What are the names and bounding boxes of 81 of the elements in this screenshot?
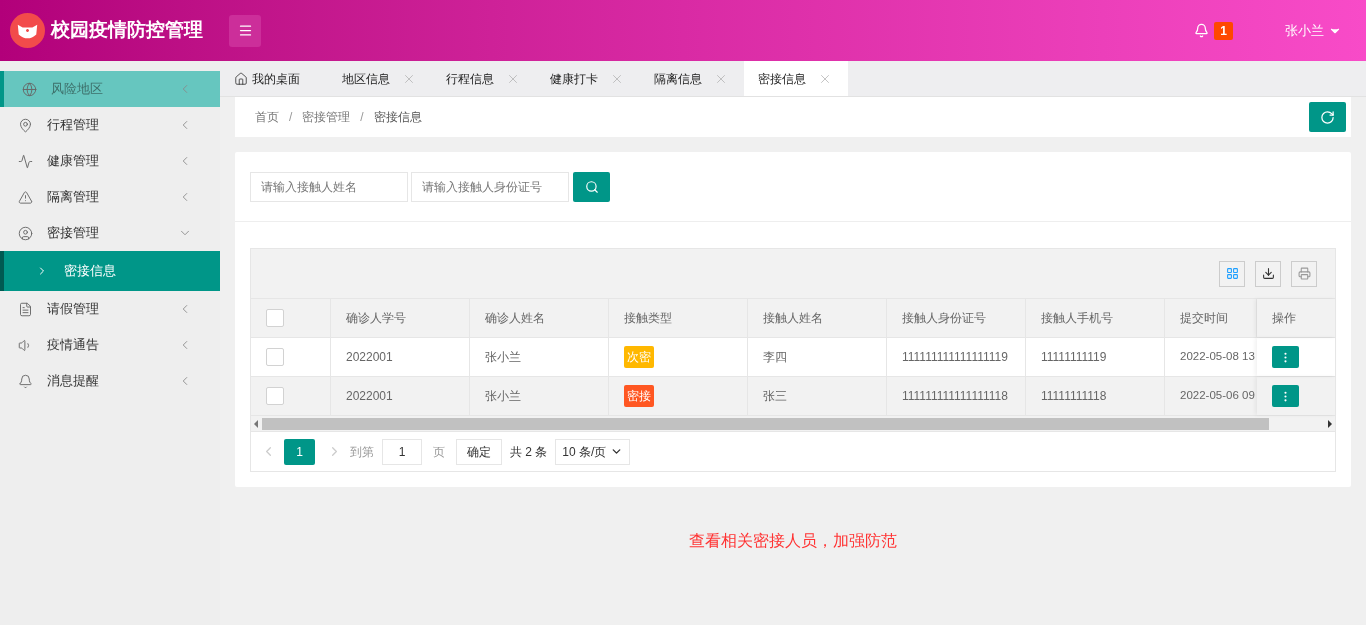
- pulse-icon: [18, 153, 33, 169]
- printer-icon: [1297, 267, 1311, 280]
- refresh-icon: [1320, 109, 1335, 125]
- user-icon: [18, 225, 33, 241]
- type-tag: 密接: [624, 385, 654, 407]
- page-label: 页: [433, 443, 445, 461]
- column-header: 接触人姓名: [763, 310, 823, 327]
- logo-icon: [10, 13, 45, 48]
- search-icon: [584, 179, 599, 194]
- table-cell-text: 111111111111111119: [902, 349, 1008, 366]
- column-header: 提交时间: [1180, 310, 1228, 327]
- sidebar-item[interactable]: 密接管理: [0, 215, 220, 251]
- bell-icon[interactable]: [1194, 23, 1210, 38]
- table-cell-text: 2022001: [346, 388, 393, 405]
- sidebar-item[interactable]: 行程管理: [0, 107, 220, 143]
- more-button[interactable]: [1272, 385, 1299, 407]
- tab[interactable]: 健康打卡: [536, 61, 640, 96]
- sidebar-item[interactable]: 请假管理: [0, 291, 220, 327]
- page-input[interactable]: 1: [382, 438, 422, 465]
- table-cell-text: 张小兰: [485, 388, 521, 405]
- tab[interactable]: 地区信息: [328, 61, 432, 96]
- tab[interactable]: 密接信息: [744, 61, 848, 96]
- breadcrumb-separator: /: [289, 109, 293, 126]
- total-count: 共 2 条: [510, 443, 548, 461]
- search-field[interactable]: 请输入接触人身份证号: [411, 171, 569, 202]
- sidebar-item[interactable]: 疫情通告: [0, 327, 220, 363]
- goto-label: 到第: [350, 443, 374, 461]
- search-button[interactable]: [573, 171, 610, 202]
- column-header: 接触人手机号: [1041, 310, 1113, 327]
- breadcrumb-link[interactable]: 密接信息: [373, 108, 422, 126]
- search-field[interactable]: 请输入接触人姓名: [250, 171, 408, 202]
- breadcrumb-separator: /: [360, 109, 364, 126]
- refresh-button[interactable]: [1309, 102, 1346, 132]
- column-header: 操作: [1272, 310, 1296, 327]
- table-cell-text: 2022-05-08 13: [1180, 349, 1255, 365]
- checkbox[interactable]: [266, 309, 284, 327]
- table-cell-text: 张三: [763, 388, 787, 405]
- table-cell-text: 2022001: [346, 349, 393, 366]
- sidebar-item[interactable]: 隔离管理: [0, 179, 220, 215]
- checkbox[interactable]: [266, 387, 284, 405]
- horizontal-scrollbar[interactable]: [251, 416, 1335, 432]
- column-header: 接触类型: [624, 310, 672, 327]
- tab[interactable]: 行程信息: [432, 61, 536, 96]
- app-title: 校园疫情防控管理: [51, 18, 203, 43]
- grid-icon: [1225, 267, 1239, 280]
- confirm-button[interactable]: 确定: [456, 438, 502, 465]
- table-cell-text: 11111111119: [1041, 349, 1107, 366]
- print-button[interactable]: [1291, 260, 1317, 287]
- table-cell-text: 2022-05-06 09: [1180, 388, 1255, 404]
- sidebar-item[interactable]: 消息提醒: [0, 363, 220, 399]
- table-cell-text: 李四: [763, 349, 787, 366]
- tab[interactable]: 我的桌面: [220, 61, 328, 96]
- tab[interactable]: 隔离信息: [640, 61, 744, 96]
- download-icon: [1261, 267, 1275, 280]
- notification-count: 1: [1214, 21, 1233, 40]
- breadcrumb-link[interactable]: 首页: [255, 108, 279, 126]
- more-button[interactable]: [1272, 346, 1299, 368]
- menu-icon: [237, 23, 253, 38]
- menu-button[interactable]: [229, 14, 261, 47]
- document-icon: [18, 301, 33, 317]
- column-header: 接触人身份证号: [902, 310, 986, 327]
- footer-note: 查看相关密接人员，加强防范: [688, 531, 898, 551]
- table-cell-text: 111111111111111118: [902, 388, 1008, 405]
- page-size-select[interactable]: 10 条/页: [555, 438, 631, 465]
- globe-icon: [22, 81, 37, 97]
- export-button[interactable]: [1255, 260, 1281, 287]
- sidebar-subitem[interactable]: 密接信息: [0, 251, 220, 291]
- column-header: 确诊人学号: [346, 310, 406, 327]
- type-tag: 次密: [624, 346, 654, 368]
- page-button[interactable]: 1: [284, 438, 315, 465]
- checkbox[interactable]: [266, 348, 284, 366]
- table-cell-text: 张小兰: [485, 349, 521, 366]
- column-header: 确诊人姓名: [485, 310, 545, 327]
- map-pin-icon: [18, 117, 33, 133]
- warning-icon: [18, 189, 33, 205]
- bell-icon: [18, 373, 33, 389]
- table-cell-text: 11111111118: [1041, 388, 1107, 405]
- breadcrumb-link[interactable]: 密接管理: [302, 108, 351, 126]
- sidebar-item[interactable]: 健康管理: [0, 143, 220, 179]
- home-icon: [234, 71, 248, 86]
- columns-button[interactable]: [1219, 260, 1245, 287]
